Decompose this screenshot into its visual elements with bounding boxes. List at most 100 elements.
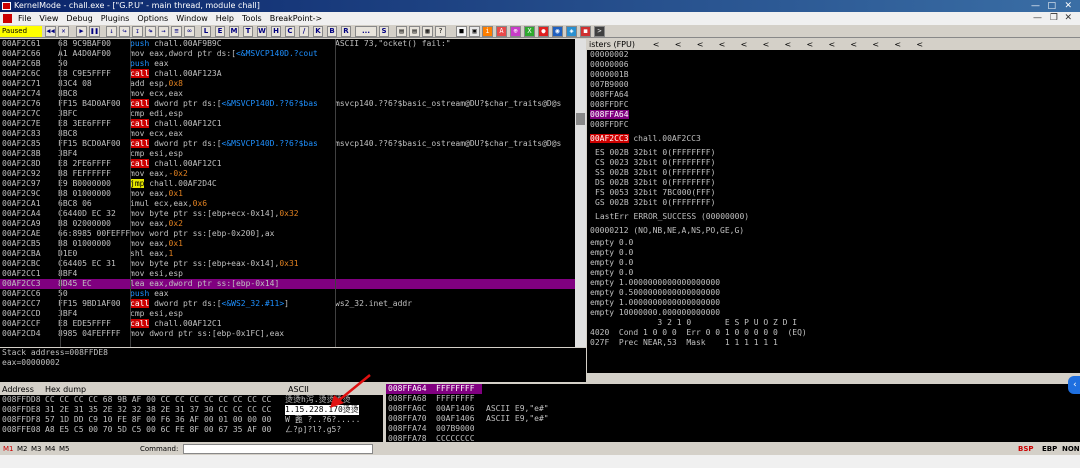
- register-highlight[interactable]: 008FFA64: [587, 110, 1080, 120]
- bsp-button[interactable]: BSP: [1018, 443, 1034, 455]
- disasm-row[interactable]: 00AF2CBC C64405 EC 31 mov byte ptr ss:[ebp…: [0, 259, 575, 269]
- run-icon[interactable]: ▶: [76, 26, 87, 37]
- rewind-icon[interactable]: ◀◀: [45, 26, 56, 37]
- register-value[interactable]: 007B9000: [587, 80, 1080, 90]
- i-plugin-icon[interactable]: i: [482, 26, 493, 37]
- side-arrow-icon[interactable]: ‹: [1068, 376, 1080, 394]
- dump-icon[interactable]: ▣: [469, 26, 480, 37]
- x-plugin-icon[interactable]: X: [524, 26, 535, 37]
- window-button-9[interactable]: B: [327, 26, 337, 37]
- stack-row[interactable]: 008FFA70 00AF1406 ASCII E9,"e#": [386, 414, 1080, 424]
- step-into-icon[interactable]: ↓: [106, 26, 117, 37]
- window-button-0[interactable]: L: [201, 26, 211, 37]
- disasm-row[interactable]: 00AF2CCF E8 EDE5FFFF call chall.00AF12C1: [0, 319, 575, 329]
- fpu-register[interactable]: empty 0.0: [587, 248, 1080, 258]
- disasm-row[interactable]: 00AF2CC1 8BF4 mov esi,esp: [0, 269, 575, 279]
- segment-register[interactable]: DS 002B 32bit 0(FFFFFFFF): [587, 178, 1080, 188]
- disasm-row[interactable]: 00AF2CA9 B8 02000000 mov eax,0x2: [0, 219, 575, 229]
- disasm-row[interactable]: 00AF2C97 E9 B0000000 jmp chall.00AF2D4C: [0, 179, 575, 189]
- dump-row[interactable]: 008FFDD8 CC CC CC CC 68 9B AF 00 CC CC CC…: [0, 395, 383, 405]
- list2-icon[interactable]: ▤: [409, 26, 420, 37]
- menu-item[interactable]: Window: [172, 12, 212, 25]
- disasm-row[interactable]: 00AF2CB5 B8 01000000 mov eax,0x1: [0, 239, 575, 249]
- options-icon[interactable]: ▦: [422, 26, 433, 37]
- disasm-row[interactable]: 00AF2C6B 50 push eax: [0, 59, 575, 69]
- registers-pane[interactable]: isters (FPU) < < < < < < < < < < < < < 0…: [587, 39, 1080, 373]
- dump-row[interactable]: 008FFE08 A8 E5 C5 00 70 5D C5 00 6C FE 8F…: [0, 425, 383, 435]
- execute-till-return-icon[interactable]: →: [158, 26, 169, 37]
- lock-icon[interactable]: ◉: [552, 26, 563, 37]
- register-value[interactable]: 00000006: [587, 60, 1080, 70]
- window-button-3[interactable]: T: [243, 26, 253, 37]
- disasm-row[interactable]: 00AF2C8D E8 2FE6FFFF call chall.00AF12C1: [0, 159, 575, 169]
- dump-address-header[interactable]: Address: [0, 384, 45, 395]
- register-value[interactable]: 00000002: [587, 50, 1080, 60]
- a-plugin-icon[interactable]: A: [496, 26, 507, 37]
- window-button-8[interactable]: K: [313, 26, 323, 37]
- disasm-row[interactable]: 00AF2CAE 66:8985 00FEFFFmov word ptr ss:[…: [0, 229, 575, 239]
- fpu-register[interactable]: empty 1.0000000000000000000: [587, 298, 1080, 308]
- eflags[interactable]: 00000212 (NO,NB,NE,A,NS,PO,GE,G): [587, 226, 1080, 236]
- disasm-row[interactable]: 00AF2C85 FF15 BCD0AF00 call dword ptr ds:[…: [0, 139, 575, 149]
- stack-pane[interactable]: 008FFA64 FFFFFFFF 008FFA68 FFFFFFFF 008FFA6C…: [386, 384, 1080, 442]
- mdi-minimize-icon[interactable]: —: [1033, 12, 1042, 25]
- register-value[interactable]: 008FFA64: [587, 90, 1080, 100]
- window-button-2[interactable]: M: [229, 26, 239, 37]
- window-button-4[interactable]: W: [257, 26, 267, 37]
- maximize-icon[interactable]: □: [1047, 0, 1056, 12]
- segment-register[interactable]: SS 002B 32bit 0(FFFFFFFF): [587, 168, 1080, 178]
- disasm-row[interactable]: 00AF2C92 B8 FEFFFFFF mov eax,-0x2: [0, 169, 575, 179]
- disasm-row[interactable]: 00AF2C71 83C4 08 add esp,0x8: [0, 79, 575, 89]
- disasm-row[interactable]: 00AF2CA1 6BC8 06 imul ecx,eax,0x6: [0, 199, 575, 209]
- menu-item[interactable]: View: [35, 12, 62, 25]
- register-value[interactable]: 008FFDFC: [587, 120, 1080, 130]
- mark-m1[interactable]: M1: [3, 443, 14, 455]
- disasm-row[interactable]: 00AF2CCD 3BF4 cmp esi,esp: [0, 309, 575, 319]
- disasm-row[interactable]: 00AF2C9C B8 01000000 mov eax,0x1: [0, 189, 575, 199]
- none-button[interactable]: NONE: [1062, 443, 1080, 455]
- command-input[interactable]: [183, 444, 373, 454]
- disasm-row[interactable]: 00AF2CC6 50 push eax: [0, 289, 575, 299]
- register-value[interactable]: 008FFDFC: [587, 100, 1080, 110]
- menu-item[interactable]: Help: [212, 12, 238, 25]
- stop-icon[interactable]: ◼: [580, 26, 591, 37]
- mark-m5[interactable]: M5: [59, 443, 70, 455]
- minimize-icon[interactable]: —: [1031, 0, 1040, 12]
- window-button-7[interactable]: /: [299, 26, 309, 37]
- segment-register[interactable]: ES 002B 32bit 0(FFFFFFFF): [587, 148, 1080, 158]
- trace-over-icon[interactable]: ↬: [145, 26, 156, 37]
- disasm-row[interactable]: 00AF2CA4 C6440D EC 32 mov byte ptr ss:[ebp…: [0, 209, 575, 219]
- network-icon[interactable]: ◈: [566, 26, 577, 37]
- menu-item[interactable]: BreakPoint->: [266, 12, 327, 25]
- mark-m4[interactable]: M4: [45, 443, 56, 455]
- pause-icon[interactable]: ❚❚: [89, 26, 100, 37]
- menu-item[interactable]: Debug: [62, 12, 96, 25]
- mdi-restore-icon[interactable]: ❐: [1050, 12, 1058, 25]
- mark-m2[interactable]: M2: [17, 443, 28, 455]
- help-icon[interactable]: ?: [435, 26, 446, 37]
- segment-register[interactable]: GS 002B 32bit 0(FFFFFFFF): [587, 198, 1080, 208]
- stack-row[interactable]: 008FFA78 CCCCCCCC: [386, 434, 1080, 442]
- disasm-row[interactable]: 00AF2CC3 8D45 EC lea eax,dword ptr ss:[ebp…: [0, 279, 575, 289]
- hex-dump-pane[interactable]: Address Hex dump ASCII 008FFDD8 CC CC CC CC…: [0, 384, 383, 442]
- ebp-button[interactable]: EBP: [1042, 443, 1057, 455]
- fpu-register[interactable]: empty 0.0: [587, 268, 1080, 278]
- disasm-row[interactable]: 00AF2C61 68 9C9BAF00 push chall.00AF9B9C AS…: [0, 39, 575, 49]
- dump-row[interactable]: 008FFDE8 31 2E 31 35 2E 32 32 38 2E 31 37…: [0, 405, 383, 415]
- segment-register[interactable]: FS 0053 32bit 7BC000(FFF): [587, 188, 1080, 198]
- dump-row[interactable]: 008FFDF8 57 1D DD C9 10 FE 8F 00 F6 36 AF…: [0, 415, 383, 425]
- disasm-row[interactable]: 00AF2C6C E8 C9E5FFFF call chall.00AF123A: [0, 69, 575, 79]
- terminal-icon[interactable]: >: [594, 26, 605, 37]
- crosshair-icon[interactable]: ⊕: [510, 26, 521, 37]
- plugin-icon[interactable]: ■: [456, 26, 467, 37]
- disassembly-pane[interactable]: 00AF2C61 68 9C9BAF00 push chall.00AF9B9C AS…: [0, 39, 575, 347]
- window-button-10[interactable]: R: [341, 26, 351, 37]
- menu-item[interactable]: Tools: [238, 12, 266, 25]
- stack-row[interactable]: 008FFA64 FFFFFFFF: [386, 384, 482, 394]
- dump-hex-header[interactable]: Hex dump: [45, 384, 288, 395]
- dump-ascii-header[interactable]: ASCII: [288, 385, 309, 394]
- disasm-row[interactable]: 00AF2C66 A1 A4D0AF00 mov eax,dword ptr ds:…: [0, 49, 575, 59]
- window-button-5[interactable]: H: [271, 26, 281, 37]
- fpu-register[interactable]: empty 1.0000000000000000000: [587, 278, 1080, 288]
- disasm-row[interactable]: 00AF2C8B 3BF4 cmp esi,esp: [0, 149, 575, 159]
